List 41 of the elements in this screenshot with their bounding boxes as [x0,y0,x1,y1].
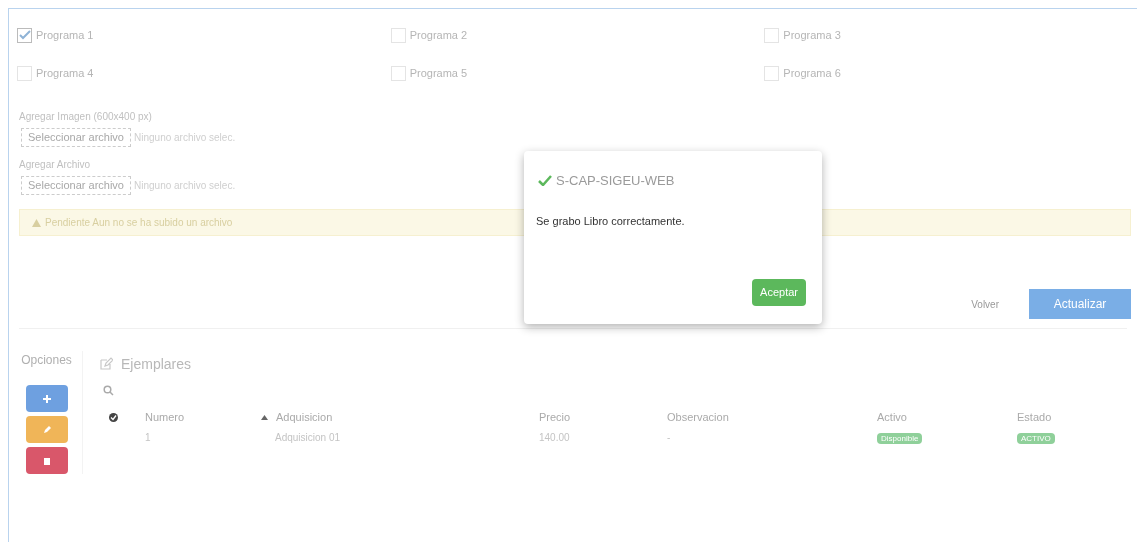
checkbox-label: Programa 5 [409,65,468,81]
accept-button[interactable]: Aceptar [752,279,806,306]
warning-text: Pendiente Aun no se ha subido un archivo [45,216,233,230]
dialog-message: Se grabo Libro correctamente. [535,213,686,229]
edit-button[interactable] [25,416,68,443]
plus-icon [41,393,52,404]
add-button[interactable] [25,385,68,412]
column-header[interactable]: Precio [539,408,571,426]
update-button[interactable]: Actualizar [1029,289,1131,319]
column-header[interactable]: Numero [145,408,185,426]
file-button[interactable]: Seleccionar archivo [21,128,131,147]
check-circle-icon [109,412,118,422]
column-header[interactable]: Observacion [667,408,729,426]
status-badge: Disponible [877,432,923,444]
checkbox-label: Programa 2 [409,27,468,43]
checkbox[interactable] [17,27,32,43]
checkbox-label: Programa 3 [783,27,841,43]
options-title: Opciones [21,352,72,369]
table-cell-text: Adquisicion 01 [275,430,342,445]
pencil-icon [41,424,52,435]
warning-icon [32,218,41,227]
panel-title: Ejemplares [121,354,192,374]
status-badge: ACTIVO [1017,432,1055,444]
field-label: Agregar Archivo [19,158,92,172]
check-icon [538,175,552,187]
column-header[interactable]: Estado [1017,408,1052,426]
sort-icon[interactable] [261,414,268,420]
column-header[interactable]: Adquisicion [276,408,333,426]
back-link[interactable]: Volver [971,296,999,312]
table-cell-text: - [667,430,672,445]
table-cell-text: 140.00 [539,430,571,445]
field-label: Agregar Imagen (600x400 px) [19,110,153,124]
delete-button[interactable] [25,447,68,474]
column-header[interactable]: Activo [877,408,907,426]
edit-icon [99,357,113,371]
checkbox-label: Programa 6 [783,65,841,81]
checkbox-label: Programa 1 [36,27,94,43]
dialog-title: S-CAP-SIGEU-WEB [556,172,675,190]
checkbox-label: Programa 4 [36,65,94,81]
search-icon[interactable] [103,385,114,396]
file-button[interactable]: Seleccionar archivo [21,176,131,195]
